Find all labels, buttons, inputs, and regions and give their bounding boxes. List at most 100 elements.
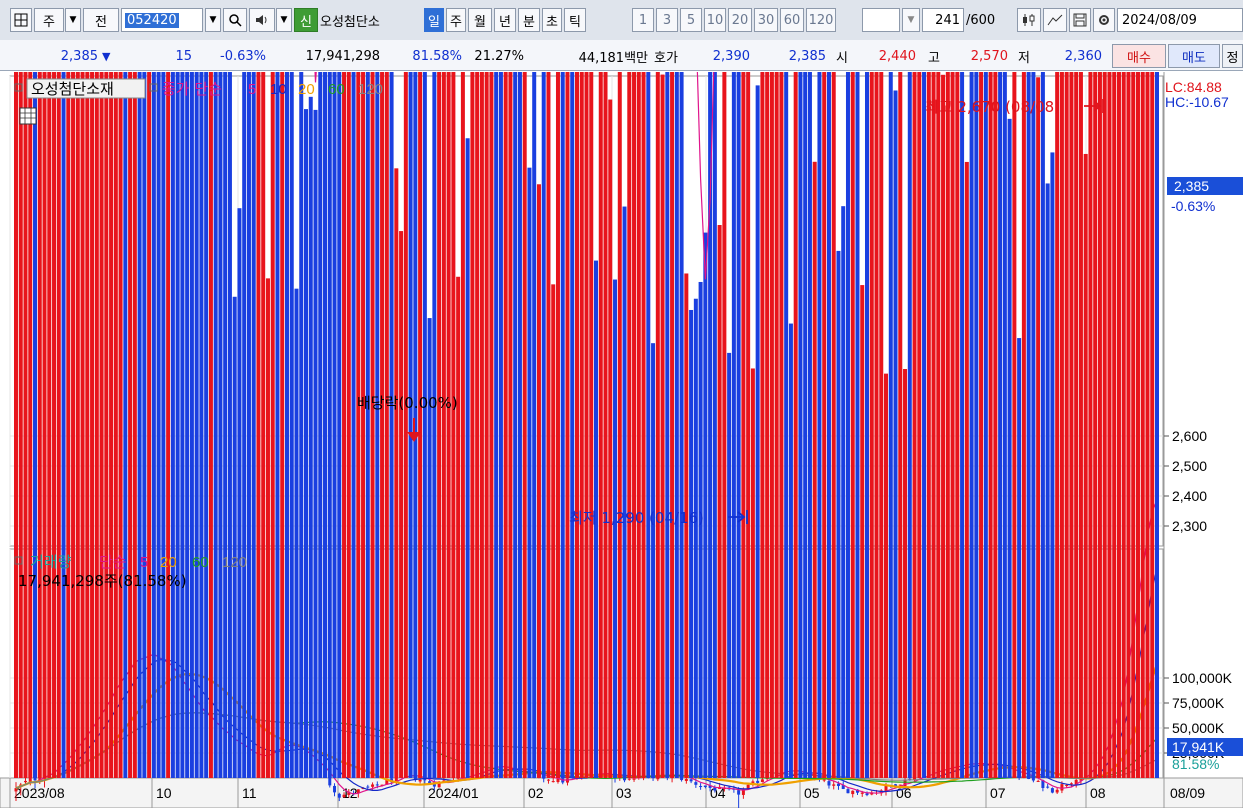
stock-code-value: 052420 xyxy=(125,12,179,28)
volume-tick-label: 50,000K xyxy=(1172,720,1225,736)
prev-button[interactable]: 전 xyxy=(83,8,119,32)
volume-bar xyxy=(118,72,123,778)
date-value: 2024/08/09 xyxy=(1122,12,1197,28)
interval-button-5[interactable]: 5 xyxy=(680,8,702,32)
volume-ratio: 81.58% xyxy=(412,48,462,64)
volume-bar xyxy=(679,72,684,778)
volume-bar xyxy=(608,99,613,778)
volume-bar xyxy=(456,276,461,778)
volume-bar xyxy=(380,72,385,779)
buy-button[interactable]: 매수 xyxy=(1112,44,1166,68)
period-tab-4[interactable]: 분 xyxy=(518,8,540,32)
volume-bar xyxy=(888,72,893,779)
volume-bar xyxy=(979,72,984,778)
period-tab-2[interactable]: 월 xyxy=(468,8,492,32)
period-tab-3[interactable]: 년 xyxy=(494,8,516,32)
volume-bar xyxy=(807,72,812,778)
volume-bar xyxy=(460,72,465,778)
settings-icon[interactable] xyxy=(1093,8,1115,32)
volume-bar xyxy=(1074,72,1079,778)
volume-bar xyxy=(974,72,979,778)
candle-body xyxy=(551,781,555,783)
candle-body xyxy=(1055,789,1059,793)
volume-bar xyxy=(1083,153,1088,779)
volume-bar xyxy=(584,72,589,778)
candle-body xyxy=(860,792,864,794)
volume-bar xyxy=(313,109,318,779)
candle-body xyxy=(1069,783,1073,785)
stock-code-input[interactable]: 052420 xyxy=(121,8,203,32)
bar-count-input[interactable]: 241 xyxy=(922,8,964,32)
interval-custom-input[interactable] xyxy=(862,8,900,32)
candle-body xyxy=(699,786,703,788)
grid-menu-icon[interactable] xyxy=(10,8,32,32)
volume-bar xyxy=(18,72,23,778)
x-tick-label: 03 xyxy=(616,785,632,801)
speaker-dropdown-icon[interactable]: ▼ xyxy=(276,8,292,32)
candle-body xyxy=(371,784,375,787)
volume-ratio-tag: 81.58% xyxy=(1172,756,1219,772)
market-select[interactable]: 주 xyxy=(34,8,64,32)
x-tick-label: 02 xyxy=(528,785,544,801)
volume-bar xyxy=(817,72,822,779)
interval-button-1[interactable]: 1 xyxy=(632,8,654,32)
hoga-label: 호가 xyxy=(654,50,678,66)
period-tab-5[interactable]: 초 xyxy=(542,8,562,32)
candle-body xyxy=(1050,788,1054,793)
period-tab-1[interactable]: 주 xyxy=(446,8,466,32)
volume-bar xyxy=(845,72,850,779)
interval-button-60[interactable]: 60 xyxy=(780,8,804,32)
volume-bar xyxy=(589,72,594,779)
volume-bar xyxy=(1007,118,1012,779)
volume-bar xyxy=(403,72,408,778)
volume-bar xyxy=(1021,72,1026,779)
candle-chart-icon[interactable] xyxy=(1017,8,1041,32)
volume-tick-label: 75,000K xyxy=(1172,695,1225,711)
volume-bar xyxy=(1064,72,1069,778)
period-tab-6[interactable]: 틱 xyxy=(564,8,586,32)
volume-bar xyxy=(693,298,698,778)
extra-button[interactable]: 정 xyxy=(1222,44,1243,68)
interval-button-30[interactable]: 30 xyxy=(754,8,778,32)
open-label: 시 xyxy=(836,50,848,66)
volume-bar xyxy=(1140,72,1145,778)
volume-bar xyxy=(670,72,675,778)
search-icon[interactable] xyxy=(223,8,247,32)
date-input[interactable]: 2024/08/09 xyxy=(1117,8,1243,32)
sell-button[interactable]: 매도 xyxy=(1168,44,1220,68)
volume-bar xyxy=(1131,72,1136,778)
x-end-label: 08/09 xyxy=(1170,785,1205,801)
interval-button-10[interactable]: 10 xyxy=(704,8,726,32)
volume-bar xyxy=(655,72,660,779)
stock-chart[interactable]: 2023/08 10 11 12 2024/01 02 03 04 05 06 07 08 08/092… xyxy=(0,72,1243,808)
volume-bar xyxy=(80,72,85,779)
interval-button-120[interactable]: 120 xyxy=(806,8,836,32)
volume-bar xyxy=(869,72,874,778)
bar-count-total-label: /600 xyxy=(966,12,996,28)
volume-bar xyxy=(1040,72,1045,778)
volume-bar xyxy=(1045,183,1050,778)
price-change: 15 xyxy=(175,48,192,64)
save-icon[interactable] xyxy=(1069,8,1091,32)
volume-bar xyxy=(389,72,394,779)
candle-body xyxy=(1036,780,1040,782)
volume-bar xyxy=(199,72,204,778)
volume-bar xyxy=(156,72,161,778)
line-tool-icon[interactable] xyxy=(1043,8,1067,32)
speaker-icon[interactable] xyxy=(249,8,275,32)
stock-name: 오성첨단소 xyxy=(320,8,418,32)
market-dropdown-icon[interactable]: ▼ xyxy=(65,8,81,32)
volume-bar xyxy=(555,72,560,778)
period-tab-0[interactable]: 일 xyxy=(424,8,444,32)
interval-dropdown-icon[interactable]: ▼ xyxy=(902,8,920,32)
volume-bar xyxy=(66,72,71,778)
volume-bar xyxy=(137,72,142,778)
code-dropdown-icon[interactable]: ▼ xyxy=(205,8,221,32)
interval-button-3[interactable]: 3 xyxy=(656,8,678,32)
volume-bar xyxy=(99,72,104,778)
legend-ma-120: 120 xyxy=(358,81,383,98)
volume-bar xyxy=(1126,72,1131,779)
volume-bar xyxy=(703,232,708,779)
candle-body xyxy=(827,781,831,786)
interval-button-20[interactable]: 20 xyxy=(728,8,752,32)
